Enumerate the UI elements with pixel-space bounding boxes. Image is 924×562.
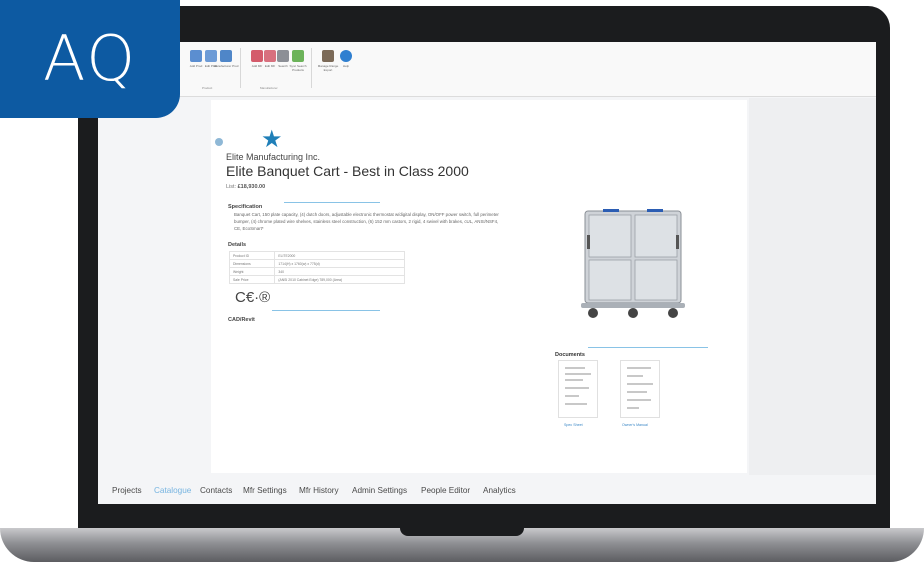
details-table: Product ID ELITE2000 Dimensions 1714(H) x … [228, 251, 405, 284]
divider [272, 310, 380, 311]
manufacturer-favicon-icon [215, 138, 223, 146]
nav-mfr-settings[interactable]: Mfr Settings [243, 486, 287, 495]
spec-text: Banquet Cart, 150 plate capacity, (4) du… [234, 212, 499, 231]
nav-catalogue[interactable]: Catalogue [154, 486, 191, 495]
ribbon-divider [311, 48, 312, 88]
divider [588, 347, 708, 348]
manufacturer-name: Elite Manufacturing Inc. [226, 152, 321, 162]
table-row: Sale Price (ANSI 2010 Cabinet Edge) 789,0… [228, 275, 405, 284]
manufacturer-product-button[interactable]: Manufacturer Prod [213, 50, 239, 84]
list-price: List: £18,930.00 [226, 184, 266, 190]
user-search-icon [292, 50, 304, 62]
documents-heading: Documents [555, 352, 585, 358]
help-button[interactable]: Help [333, 50, 359, 84]
nav-analytics[interactable]: Analytics [483, 486, 516, 495]
table-row: Product ID ELITE2000 [228, 251, 405, 260]
spec-sheet-link[interactable]: Spec Sheet [564, 423, 583, 427]
nav-projects[interactable]: Projects [112, 486, 142, 495]
app-screen: Add Prod Edit Prod Manufacturer Prod Add… [98, 42, 876, 504]
certification-marks: C€·® [235, 289, 271, 306]
product-image [581, 209, 685, 318]
bottom-nav: Projects Catalogue Contacts Mfr Settings… [98, 480, 876, 504]
sync-search-button[interactable]: Sync Search Products [285, 50, 311, 84]
nav-contacts[interactable]: Contacts [200, 486, 232, 495]
ribbon-group-label: Manufacturer [260, 86, 278, 90]
laptop-notch [400, 528, 524, 536]
spec-sheet-thumbnail[interactable] [558, 360, 598, 418]
owners-manual-link[interactable]: Owner's Manual [622, 423, 648, 427]
table-row: Dimensions 1714(H) x 1760(w) x 775(d) [228, 259, 405, 268]
divider [284, 202, 380, 203]
star-logo-icon: ★ [261, 126, 283, 153]
catalogue-icon [220, 50, 232, 62]
owners-manual-thumbnail[interactable] [620, 360, 660, 418]
ribbon-group-label: Product [202, 86, 213, 90]
spec-heading: Specification [228, 204, 263, 210]
nav-people-editor[interactable]: People Editor [421, 486, 470, 495]
ribbon-divider [240, 48, 241, 88]
laptop-base [0, 528, 924, 562]
table-row: Weight 340 [228, 267, 405, 276]
cad-revit-heading[interactable]: CAD/Revit [228, 317, 255, 323]
product-title: Elite Banquet Cart - Best in Class 2000 [226, 163, 469, 179]
nav-mfr-history[interactable]: Mfr History [299, 486, 339, 495]
side-panel [749, 98, 876, 475]
details-heading: Details [228, 242, 247, 248]
nav-admin-settings[interactable]: Admin Settings [352, 486, 407, 495]
aq-logo: AQ [0, 0, 180, 118]
help-icon [340, 50, 352, 62]
ribbon-toolbar: Add Prod Edit Prod Manufacturer Prod Add… [98, 42, 876, 97]
